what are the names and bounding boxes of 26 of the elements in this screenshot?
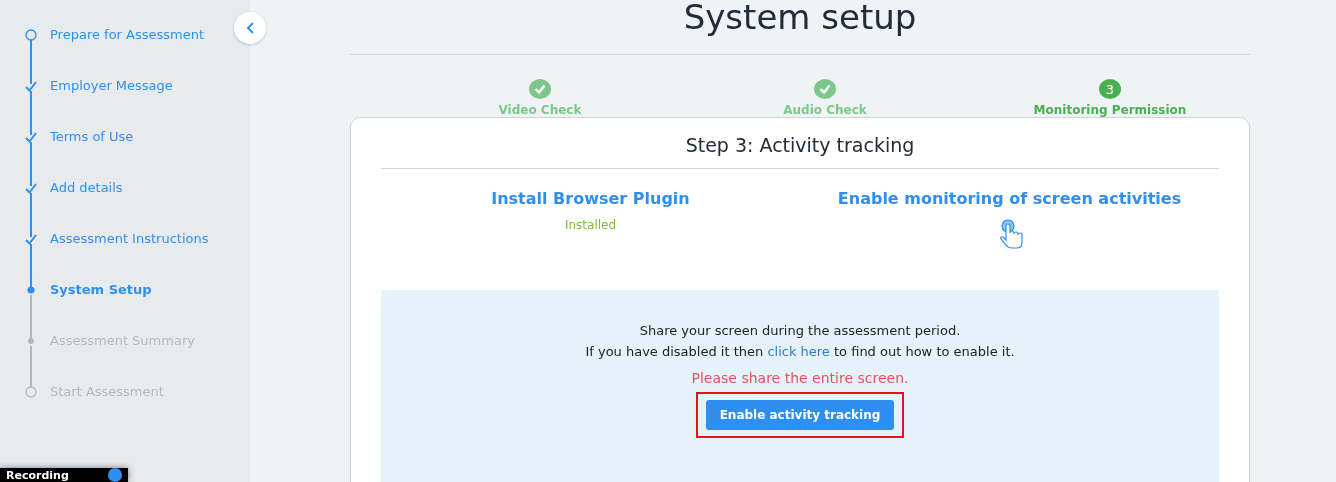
chevron-left-icon <box>245 21 255 35</box>
warning-text: Please share the entire screen. <box>691 370 909 386</box>
sidebar-step[interactable]: Prepare for Assessment <box>50 28 205 42</box>
recording-label: Recording <box>6 468 69 482</box>
collapse-button[interactable] <box>234 12 266 44</box>
sidebar-step[interactable]: Add details <box>50 181 123 195</box>
check-icon <box>819 83 831 95</box>
step-label: Video Check <box>498 103 582 117</box>
help-link[interactable]: click here <box>767 344 830 359</box>
check-icon <box>534 83 546 95</box>
section-heading: Install Browser Plugin <box>491 189 690 208</box>
info-text: Share your screen during the assessment period. <box>639 322 961 340</box>
card-title: Step 3: Activity tracking <box>381 118 1219 169</box>
step-label: Audio Check <box>783 103 867 117</box>
sidebar-step[interactable]: Terms of Use <box>50 130 134 144</box>
page-title: System setup <box>350 0 1250 55</box>
sidebar-step[interactable]: System Setup <box>50 283 152 297</box>
enable-tracking-button[interactable]: Enable activity tracking <box>705 400 895 430</box>
recording-indicator-icon <box>108 468 122 482</box>
step-number: 3 <box>1099 79 1121 99</box>
sidebar-step[interactable]: Employer Message <box>50 79 173 93</box>
sidebar-step[interactable]: Assessment Instructions <box>50 232 209 246</box>
section-heading: Enable monitoring of screen activities <box>837 189 1182 208</box>
step-label: Monitoring Permission <box>1033 103 1187 117</box>
info-text: If you have disabled it then click here to find out how to enable it. <box>585 343 1015 361</box>
status-text: Installed <box>564 218 617 232</box>
